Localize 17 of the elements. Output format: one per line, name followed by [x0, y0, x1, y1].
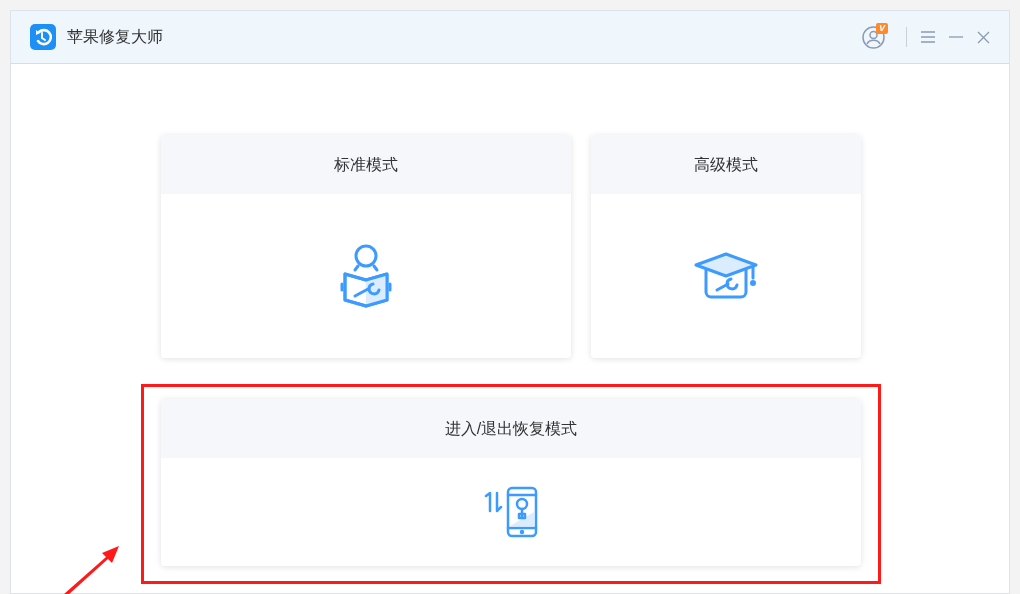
close-icon[interactable] [977, 30, 990, 44]
vip-badge: V [876, 23, 888, 34]
window-title: 苹果修复大师 [67, 27, 163, 47]
mode-card[interactable]: 进入/退出恢复模式 [161, 399, 861, 566]
mode-card[interactable]: 标准模式 [161, 135, 571, 358]
minimize-icon[interactable] [949, 36, 963, 38]
app-logo-icon [30, 24, 56, 50]
graduation-cap-icon [693, 252, 759, 300]
mode-title: 进入/退出恢复模式 [444, 418, 578, 439]
user-icon [862, 26, 885, 49]
reader-wrench-icon [339, 244, 393, 308]
mode-card[interactable]: 高级模式 [591, 135, 861, 358]
menu-icon[interactable] [921, 31, 935, 43]
mode-title: 高级模式 [694, 154, 758, 175]
mode-title: 标准模式 [334, 154, 398, 175]
pointer-arrow [62, 545, 120, 594]
phone-sync-icon [484, 486, 538, 538]
